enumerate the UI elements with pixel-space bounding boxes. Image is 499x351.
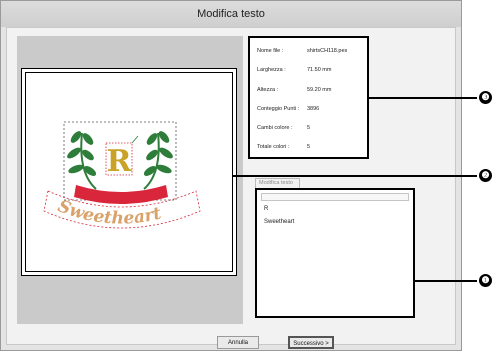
callout-line	[413, 280, 477, 282]
dialog-title: Modifica testo	[1, 1, 461, 27]
info-label: Conteggio Punti :	[257, 106, 300, 112]
text-edit-list[interactable]: R Sweetheart	[255, 188, 415, 318]
info-row-total-colors: Totale colori : 5	[257, 144, 310, 150]
right-laurel-icon	[143, 131, 173, 190]
info-value: 5	[307, 144, 311, 150]
info-row-color-changes: Cambi colore : 5	[257, 125, 310, 131]
cancel-button[interactable]: Annulla	[217, 336, 259, 349]
info-value: shirtsCH118.pes	[307, 48, 348, 54]
tab-edit-text[interactable]: Modifica testo	[255, 178, 300, 188]
embroidery-design: R Sweetheart	[43, 121, 201, 229]
info-row-stitch-count: Conteggio Punti : 3896	[257, 106, 319, 112]
callout-line	[232, 175, 477, 177]
preview-panel: R Sweetheart	[17, 36, 243, 324]
info-value: 5	[307, 125, 311, 131]
list-item[interactable]: R	[264, 206, 268, 212]
dialog-client-area: R Sweetheart Nome file : shirtsCH118.pes	[6, 27, 456, 349]
callout-line	[367, 97, 477, 99]
info-row-filename: Nome file : shirtsCH118.pes	[257, 48, 347, 54]
info-row-height: Altezza : 59.20 mm	[257, 87, 331, 93]
info-label: Cambi colore :	[257, 125, 293, 131]
design-preview: R Sweetheart	[25, 72, 233, 272]
info-value: 59.20 mm	[307, 87, 332, 93]
list-item[interactable]: Sweetheart	[264, 219, 294, 225]
info-row-width: Larghezza : 71.50 mm	[257, 67, 331, 73]
list-header	[261, 193, 409, 201]
monogram-letter: R	[107, 144, 133, 179]
info-value: 71.50 mm	[307, 67, 332, 73]
info-label: Larghezza :	[257, 67, 286, 73]
info-value: 3896	[307, 106, 320, 112]
next-button[interactable]: Successivo >	[288, 336, 334, 349]
design-info-panel: Nome file : shirtsCH118.pes Larghezza : …	[248, 36, 369, 159]
info-label: Totale colori :	[257, 144, 290, 150]
callout-3-badge: ❸	[479, 91, 492, 104]
callout-1-badge: ❶	[479, 274, 492, 287]
info-label: Nome file :	[257, 48, 284, 54]
left-laurel-icon	[67, 131, 97, 190]
ribbon-icon	[74, 185, 168, 204]
info-label: Altezza :	[257, 87, 279, 93]
callout-2-badge: ❷	[479, 169, 492, 182]
